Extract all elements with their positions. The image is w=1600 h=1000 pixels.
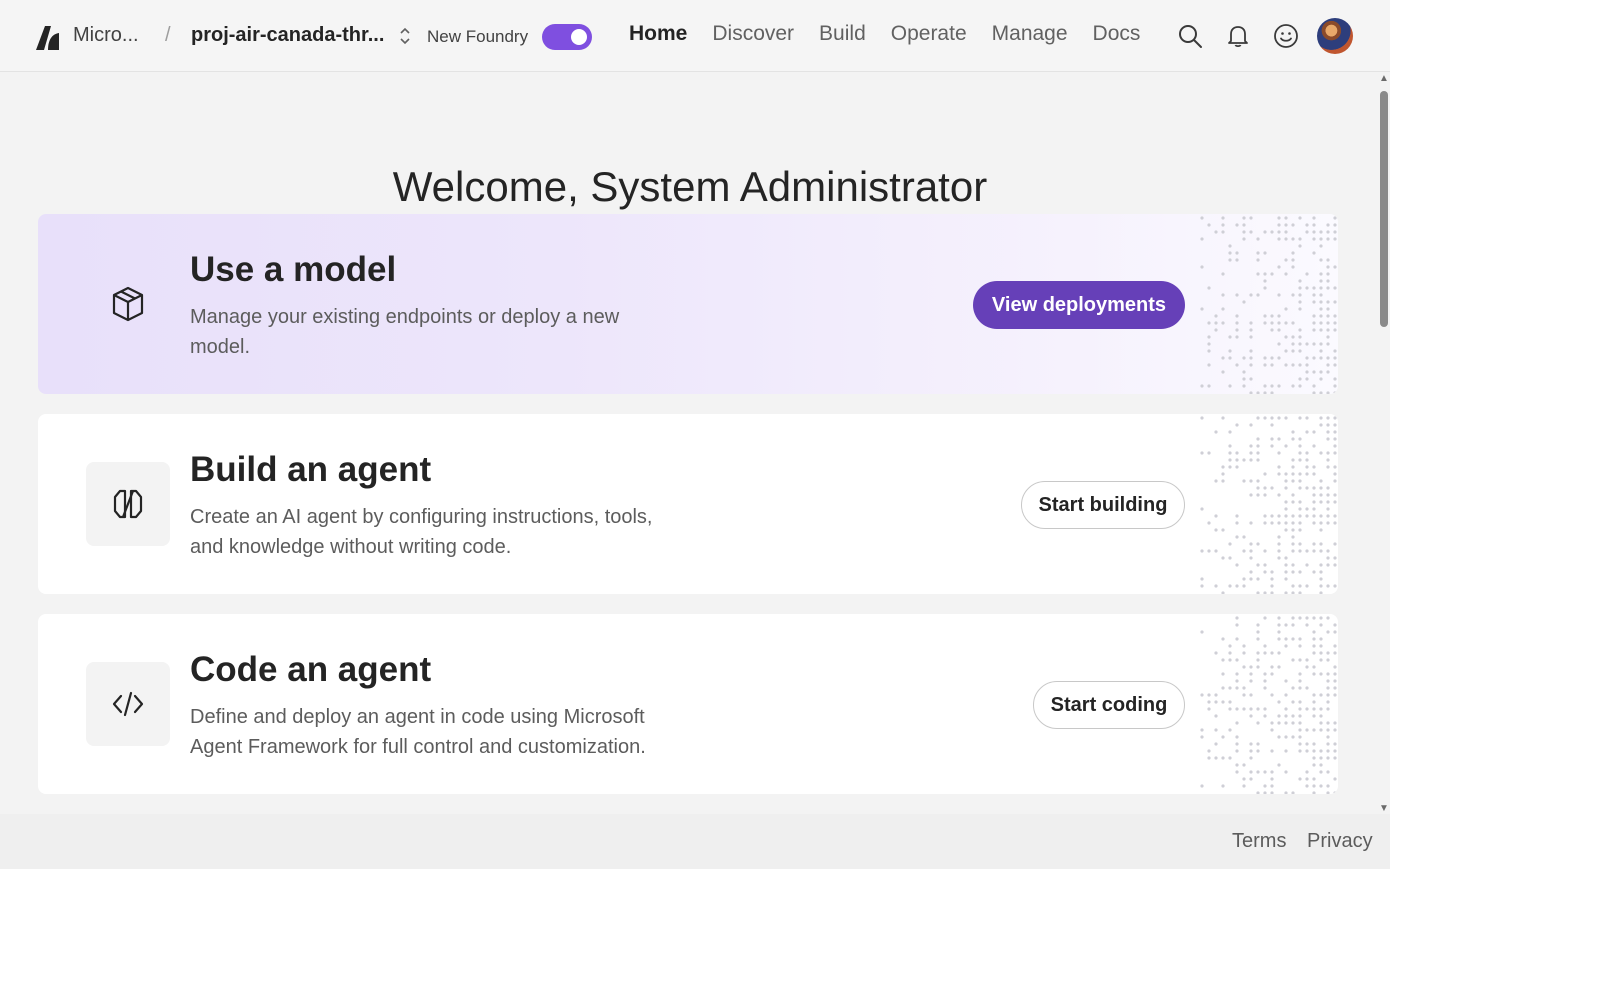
card-title: Use a model [190,250,397,289]
nav-home[interactable]: Home [629,22,687,46]
bell-icon [1228,26,1248,48]
agent-icon [113,489,143,519]
page-title: Welcome, System Administrator [392,163,988,211]
code-icon [112,691,144,717]
top-bar: Micro... / proj-air-canada-thr... New Fo… [0,0,1390,72]
scroll-thumb[interactable] [1380,91,1388,327]
card-description: Create an AI agent by configuring instru… [190,506,653,558]
notifications-button[interactable] [1223,21,1253,51]
nav-manage[interactable]: Manage [992,22,1068,46]
nav-discover[interactable]: Discover [712,22,794,46]
card-description: Manage your existing endpoints or deploy… [190,306,620,358]
new-foundry-toggle[interactable] [542,24,592,50]
privacy-link[interactable]: Privacy [1307,830,1373,853]
cube-icon [112,286,144,322]
chevron-up-down-icon[interactable] [398,26,412,46]
card-description: Define and deploy an agent in code using… [190,706,646,758]
footer: Terms Privacy [0,814,1390,869]
search-icon [1179,25,1202,48]
card-use-a-model: Use a model Manage your existing endpoin… [38,214,1338,394]
feedback-button[interactable] [1271,21,1301,51]
view-deployments-button[interactable]: View deployments [973,281,1185,329]
toggle-knob [571,29,587,45]
vertical-scrollbar[interactable]: ▲ ▼ [1378,73,1390,814]
card-title: Build an agent [190,450,432,489]
start-coding-button[interactable]: Start coding [1033,681,1185,729]
card-build-an-agent: Build an agent Create an AI agent by con… [38,414,1338,594]
decorative-dot-pattern [1200,416,1337,594]
nav-operate[interactable]: Operate [891,22,967,46]
app-window: Micro... / proj-air-canada-thr... New Fo… [0,0,1390,869]
search-button[interactable] [1175,21,1205,51]
card-icon-container [86,262,170,346]
decorative-dot-pattern [1200,616,1337,794]
main-nav: Home Discover Build Operate Manage Docs [629,22,1165,46]
brand-name[interactable]: Micro... [73,24,139,47]
scroll-down-arrow-icon[interactable]: ▼ [1379,803,1389,814]
new-foundry-label: New Foundry [427,27,529,46]
card-icon-container [86,662,170,746]
feedback-smiley-icon [1274,24,1298,48]
start-building-button[interactable]: Start building [1021,481,1185,529]
avatar[interactable] [1317,18,1353,54]
project-name[interactable]: proj-air-canada-thr... [191,24,384,47]
decorative-dot-pattern [1200,216,1337,394]
card-title: Code an agent [190,650,432,689]
breadcrumb-separator: / [165,24,171,46]
scroll-up-arrow-icon[interactable]: ▲ [1379,73,1389,84]
card-code-an-agent: Code an agent Define and deploy an agent… [38,614,1338,794]
nav-docs[interactable]: Docs [1093,22,1141,46]
foundry-logo-icon[interactable] [32,22,62,52]
terms-link[interactable]: Terms [1232,830,1286,853]
nav-build[interactable]: Build [819,22,866,46]
main-content: Welcome, System Administrator Use a mode… [0,73,1380,814]
card-icon-container [86,462,170,546]
